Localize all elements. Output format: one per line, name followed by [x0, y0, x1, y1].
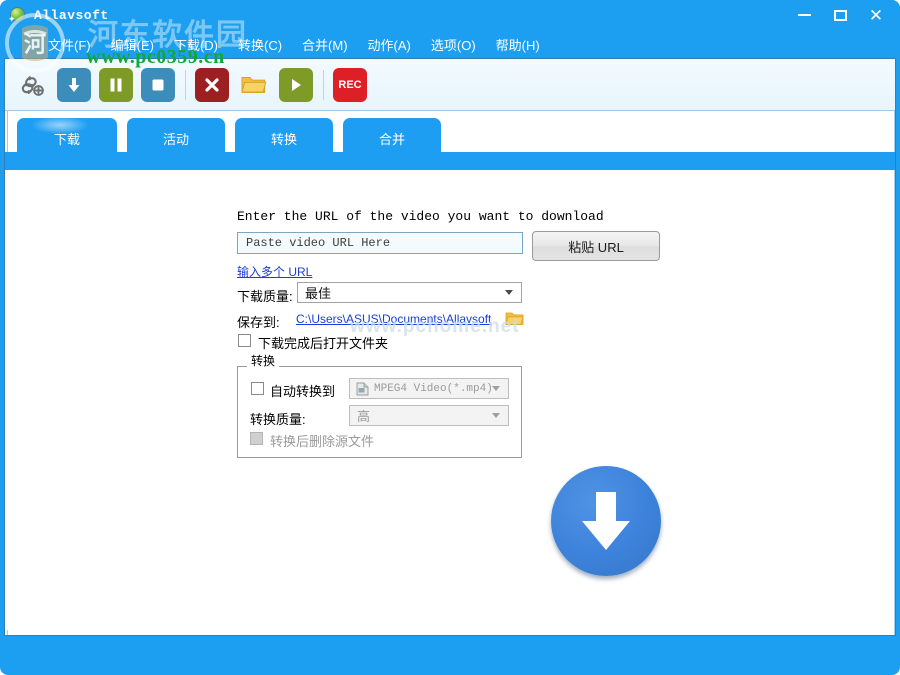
search-input[interactable]: [237, 232, 523, 254]
download-button[interactable]: [57, 67, 91, 102]
download-arrow-icon: [68, 77, 80, 92]
convert-quality-select[interactable]: 高: [349, 405, 509, 426]
convert-group-title: 转换: [247, 352, 280, 369]
folder-icon: [241, 77, 267, 93]
window-controls: ✕: [786, 0, 894, 30]
download-arrow-icon: [582, 492, 630, 550]
play-triangle-icon: [292, 78, 301, 91]
link-plus-icon: [21, 75, 44, 96]
download-quality-select[interactable]: 最佳: [297, 282, 522, 303]
open-folder-checkbox[interactable]: [238, 334, 251, 347]
window-title: Allavsoft: [34, 7, 109, 23]
rec-icon: REC: [338, 78, 362, 91]
open-folder-checkbox-label: 下载完成后打开文件夹: [258, 336, 389, 351]
pause-button[interactable]: [99, 67, 133, 102]
record-button[interactable]: REC: [333, 67, 367, 102]
menu-file[interactable]: 文件(F): [48, 35, 91, 54]
paste-url-button[interactable]: 粘贴 URL: [532, 231, 660, 261]
menu-merge[interactable]: 合并(M): [302, 35, 348, 54]
auto-convert-checkbox[interactable]: [251, 382, 264, 395]
maximize-button[interactable]: [822, 2, 858, 28]
tab-strip: 下载 活动 转换 合并: [5, 112, 895, 170]
app-icon: ✦: [8, 6, 26, 24]
open-folder-button[interactable]: [237, 68, 271, 102]
output-format-select[interactable]: MPEG4 Video(*.mp4): [349, 378, 509, 399]
convert-quality-value: 高: [357, 409, 371, 424]
chevron-down-icon: [492, 386, 500, 391]
delete-source-label: 转换后删除源文件: [270, 434, 375, 449]
play-button[interactable]: [279, 67, 313, 102]
minimize-icon: [797, 14, 811, 16]
toolbar: REC: [5, 59, 895, 111]
file-icon: [356, 382, 369, 396]
pause-icon: [110, 78, 122, 91]
auto-convert-label: 自动转换到: [270, 384, 336, 399]
sparkle-icon: ✦: [8, 14, 16, 24]
menu-convert[interactable]: 转换(C): [238, 35, 282, 54]
menu-edit[interactable]: 编辑(E): [111, 35, 154, 54]
stop-button[interactable]: [141, 67, 175, 102]
menu-help[interactable]: 帮助(H): [496, 35, 540, 54]
title-bar: ✦ Allavsoft ✕: [0, 0, 900, 30]
delete-source-checkbox[interactable]: [250, 432, 263, 445]
menu-bar: 文件(F) 编辑(E) 下载(D) 转换(C) 合并(M) 动作(A) 选项(O…: [0, 30, 900, 58]
close-button[interactable]: ✕: [858, 2, 894, 28]
url-prompt-label: Enter the URL of the video you want to d…: [237, 209, 604, 224]
folder-icon: [505, 312, 524, 325]
add-url-button[interactable]: [15, 68, 49, 102]
output-format-value: MPEG4 Video(*.mp4): [374, 382, 493, 395]
browse-folder-icon[interactable]: [505, 311, 524, 325]
toolbar-separator-2: [323, 69, 324, 100]
menu-download[interactable]: 下载(D): [174, 35, 218, 54]
tab-download[interactable]: 下载: [17, 116, 117, 158]
chevron-down-icon: [505, 290, 513, 295]
app-window: ✦ Allavsoft ✕ 文件(F) 编辑(E) 下载(D) 转换(C) 合并…: [0, 0, 900, 675]
convert-quality-label: 转换质量:: [250, 412, 306, 427]
status-bar: [2, 637, 898, 673]
tab-activity[interactable]: 活动: [127, 118, 225, 158]
toolbar-separator-1: [185, 69, 186, 100]
close-icon: ✕: [868, 5, 884, 25]
multi-url-link[interactable]: 输入多个 URL: [237, 263, 312, 280]
save-path-link[interactable]: C:\Users\ASUS\Documents\Allavsoft: [296, 312, 491, 326]
download-quality-value: 最佳: [305, 286, 332, 301]
download-quality-label: 下载质量:: [237, 289, 293, 304]
stop-square-icon: [152, 79, 164, 90]
download-circle-button[interactable]: [551, 466, 661, 576]
save-to-label: 保存到:: [237, 315, 280, 330]
close-x-icon: [205, 77, 219, 92]
menu-options[interactable]: 选项(O): [431, 35, 476, 54]
tab-merge[interactable]: 合并: [343, 118, 441, 158]
minimize-button[interactable]: [786, 2, 822, 28]
delete-button[interactable]: [195, 67, 229, 102]
tab-convert[interactable]: 转换: [235, 118, 333, 158]
maximize-icon: [833, 9, 847, 21]
chevron-down-icon: [492, 413, 500, 418]
menu-action[interactable]: 动作(A): [368, 35, 411, 54]
